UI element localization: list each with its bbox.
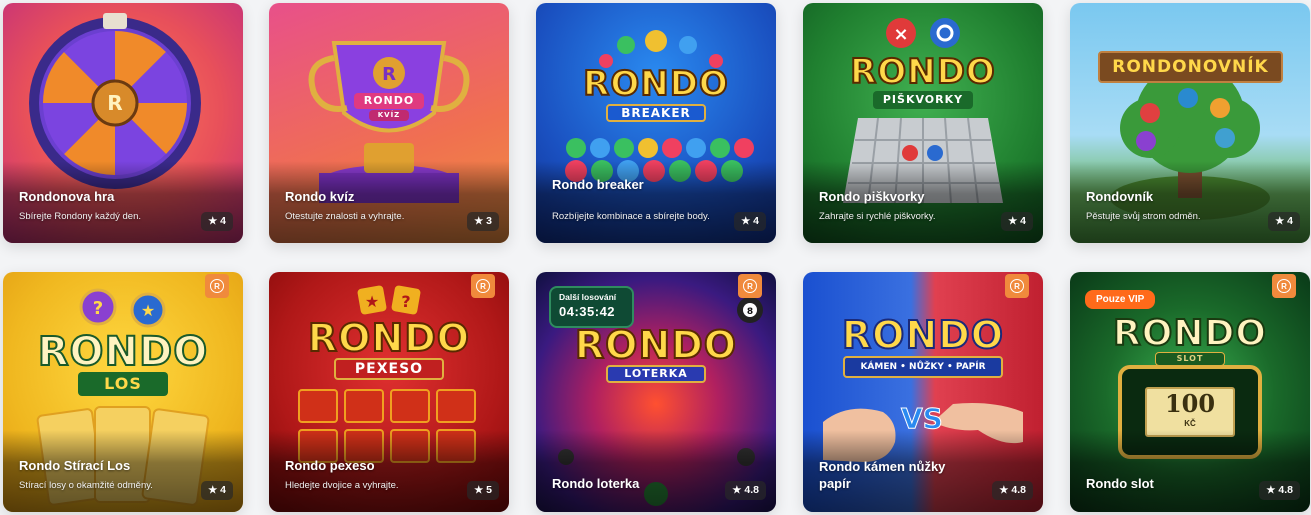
game-description: Stírací losy o okamžité odměny. [19,480,153,491]
rating-badge: ★ 5 [467,481,499,500]
svg-text:8: 8 [747,307,753,317]
game-card-rondo-kamen-nuzky-papir[interactable]: RONDO KÁMEN • NŮŽKY • PAPÍR VS R Rondo k… [803,272,1043,512]
game-title: Rondo kvíz [285,189,355,204]
svg-text:?: ? [401,292,410,311]
game-title: Rondo Stírací Los [19,458,131,473]
game-card-rondo-slot[interactable]: RONDO SLOT 100 KČ Pouze VIP R Rondo slot… [1070,272,1310,512]
game-title: Rondo pexeso [285,458,375,473]
game-description: Pěstujte svůj strom odměn. [1086,211,1201,222]
timer-value: 04:35:42 [559,304,616,319]
game-card-rondo-piskvorky[interactable]: × RONDO PIŠKVORKY Rondo piškvorky Zahraj… [803,3,1043,243]
star-icon: ★ [1275,216,1285,227]
rating-badge: ★ 4 [734,212,766,231]
game-title: Rondo breaker [552,177,644,192]
game-card-rondo-breaker[interactable]: RONDO BREAKER Rondo breaker Rozbíjejte k… [536,3,776,243]
game-title: Rondonova hra [19,189,115,204]
rating-badge: ★ 4.8 [725,481,766,500]
rondo-badge: R [205,274,229,298]
rondo-badge: R [738,274,762,298]
star-icon: ★ [1266,485,1276,496]
next-draw-timer: Další losování 04:35:42 [549,286,634,328]
svg-text:R: R [107,91,122,115]
star-icon: ★ [1008,216,1018,227]
rondo-badge: R [1005,274,1029,298]
game-description: Hledejte dvojice a vyhrajte. [285,480,399,491]
game-title: Rondovník [1086,189,1154,204]
game-card-rondo-pexeso[interactable]: ★ ? RONDO PEXESO R Rondo pexeso Hledejte… [269,272,509,512]
rondo-badge: R [471,274,495,298]
star-icon: ★ [474,485,484,496]
rating-badge: ★ 4.8 [1259,481,1300,500]
game-description: Otestujte znalosti a vyhrajte. [285,211,405,222]
star-icon: ★ [208,216,218,227]
game-title: Rondo slot [1086,476,1154,491]
svg-text:R: R [382,64,396,85]
rating-badge: ★ 4.8 [992,481,1033,500]
svg-text:×: × [893,24,908,45]
star-icon: ★ [474,216,484,227]
game-title: Rondo piškvorky [819,189,925,204]
svg-text:?: ? [93,298,103,319]
game-description: Rozbíjejte kombinace a sbírejte body. [552,211,710,222]
rating-badge: ★ 3 [467,212,499,231]
game-card-rondo-loterka[interactable]: 8 RONDO LOTERKA Další losování 04:35:42 … [536,272,776,512]
rondo-badge: R [1272,274,1296,298]
rating-badge: ★ 4 [1268,212,1300,231]
star-icon: ★ [208,485,218,496]
star-icon: ★ [741,216,751,227]
game-description: Zahrajte si rychlé piškvorky. [819,211,936,222]
star-icon: ★ [999,485,1009,496]
svg-text:★: ★ [365,292,379,311]
svg-text:★: ★ [141,301,155,320]
game-description: Sbírejte Rondony každý den. [19,211,141,222]
rating-badge: ★ 4 [1001,212,1033,231]
game-title: Rondo kámen nůžky papír [819,459,946,491]
game-card-rondonova-hra[interactable]: R Rondonova hra Sbírejte Rondony každý d… [3,3,243,243]
game-card-rondo-stiraci-los[interactable]: ? ★ RONDO LOS R Rondo Stírací Los Stírac… [3,272,243,512]
star-icon: ★ [732,485,742,496]
vip-only-badge: Pouze VIP [1085,290,1156,309]
game-title: Rondo loterka [552,476,640,491]
game-card-rondovnik[interactable]: RONDONOVNÍK Rondovník Pěstujte svůj stro… [1070,3,1310,243]
game-card-rondo-kviz[interactable]: R RONDO KVÍZ Rondo kvíz Otestujte znalos… [269,3,509,243]
rating-badge: ★ 4 [201,212,233,231]
rating-badge: ★ 4 [201,481,233,500]
timer-label: Další losování [559,292,617,302]
